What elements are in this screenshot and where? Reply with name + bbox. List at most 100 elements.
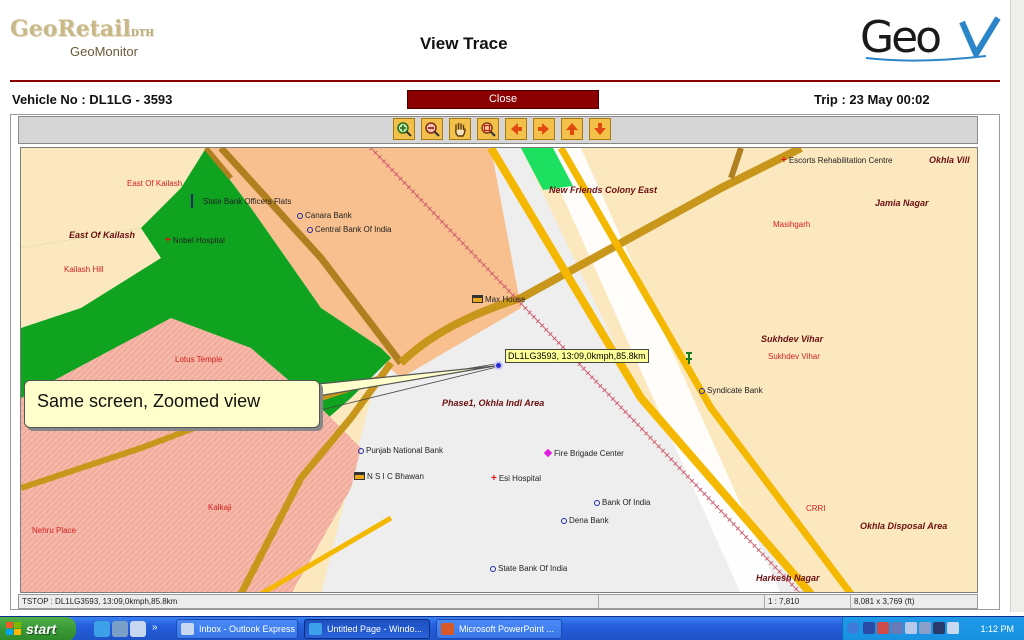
zoom-in-button[interactable] (393, 118, 415, 140)
ie-quicklaunch-icon[interactable] (94, 621, 110, 637)
hospital-cross-icon: + (165, 235, 171, 246)
zoom-extent-button[interactable] (477, 118, 499, 140)
logo-brand-text: GeoRetail (10, 16, 131, 42)
pan-down-button[interactable] (589, 118, 611, 140)
start-button[interactable]: start (0, 617, 76, 640)
logo-suffix-text: DTH (130, 29, 154, 39)
zoom-in-icon (397, 122, 412, 137)
zoom-out-button[interactable] (421, 118, 443, 140)
area-label: East Of Kailash (69, 230, 136, 240)
pan-right-button[interactable] (533, 118, 555, 140)
tray-security-icon[interactable] (877, 622, 889, 634)
close-button[interactable]: Close (407, 90, 599, 109)
bank-dot-icon (297, 213, 303, 219)
area-label: Kalkaji (208, 503, 232, 512)
callout-pointer (317, 365, 496, 397)
tray-app-icon[interactable] (891, 622, 903, 634)
poi-building: N S I C Bhawan (354, 472, 424, 481)
area-label: New Friends Colony East (549, 185, 658, 195)
header-divider (10, 80, 1000, 82)
media-quicklaunch-icon[interactable] (130, 621, 146, 637)
hand-icon (455, 122, 466, 137)
tray-volume-icon[interactable] (905, 622, 917, 634)
area-label: Jamia Nagar (875, 198, 929, 208)
building-icon (354, 472, 365, 480)
svg-text:Geo: Geo (860, 12, 940, 63)
poi-bank: Syndicate Bank (699, 386, 763, 395)
arrow-left-icon (511, 123, 522, 135)
poi-hospital: + Nobel Hospital (165, 235, 225, 246)
trip-info: Trip : 23 May 00:02 (814, 92, 930, 107)
task-internet-explorer[interactable]: Untitled Page - Windo... (304, 619, 430, 639)
zoom-extent-icon (481, 122, 496, 137)
outlook-quicklaunch-icon[interactable] (112, 621, 128, 637)
area-label: Okhla Disposal Area (860, 521, 948, 531)
page-title: View Trace (420, 34, 508, 53)
bank-dot-icon (358, 448, 364, 454)
pin-icon (191, 194, 197, 208)
area-label: Lotus Temple (175, 355, 223, 364)
pan-hand-button[interactable] (449, 118, 471, 140)
windows-flag-icon (6, 622, 21, 635)
fire-station-icon (543, 448, 553, 458)
building-icon (472, 295, 483, 303)
chevron-right-icon[interactable]: » (152, 623, 162, 633)
arrow-right-icon (538, 123, 549, 135)
arrow-down-icon (594, 123, 606, 135)
logo-subtitle: GeoMonitor (70, 44, 138, 59)
area-label: East Of Kailash (127, 179, 183, 188)
map-extent: 8,081 x 3,769 (ft) (854, 597, 915, 606)
outlook-icon (181, 623, 194, 635)
stop-pin-icon[interactable] (684, 351, 694, 365)
poi-bank: State Bank Of India (490, 564, 567, 573)
taskbar-clock: 1:12 PM (980, 624, 1014, 634)
status-empty-cell (599, 595, 765, 608)
tray-network-icon[interactable] (863, 622, 875, 634)
task-outlook-express[interactable]: Inbox - Outlook Express (176, 619, 298, 639)
bank-dot-icon (699, 388, 705, 394)
arrow-up-icon (566, 123, 578, 135)
tray-arrow-icon[interactable] (847, 622, 859, 634)
poi-building: State Bank Officers Flats (191, 194, 291, 208)
hospital-cross-icon: + (781, 155, 787, 166)
status-message: TSTOP : DL1LG3593, 13:09,0kmph,85.8km (19, 595, 599, 608)
powerpoint-icon (441, 623, 454, 635)
area-label: Harkesh Nagar (756, 573, 820, 583)
poi-building: Max House (472, 295, 525, 304)
tray-display-icon[interactable] (919, 622, 931, 634)
ie-icon (309, 623, 322, 635)
system-tray: 1:12 PM (842, 617, 1024, 640)
map-scale: 1 : 7,810 (765, 595, 851, 608)
map-status-bar: TSTOP : DL1LG3593, 13:09,0kmph,85.8km 1 … (18, 594, 978, 609)
poi-bank: Bank Of India (594, 498, 650, 507)
bank-dot-icon (561, 518, 567, 524)
tray-misc-icon[interactable] (947, 622, 959, 634)
window-scrollbar[interactable] (1010, 0, 1024, 612)
task-powerpoint[interactable]: Microsoft PowerPoint ... (436, 619, 562, 639)
tray-power-icon[interactable] (933, 622, 945, 634)
geov-logo: Geo (858, 12, 1003, 64)
pan-left-button[interactable] (505, 118, 527, 140)
area-label: Sukhdev Vihar (768, 352, 820, 361)
area-label: Sukhdev Vihar (761, 334, 824, 344)
poi-hospital: + Esi Hospital (491, 473, 542, 484)
area-label: Okhla Vill (929, 155, 970, 165)
area-label: CRRI (806, 504, 826, 513)
vehicle-number: Vehicle No : DL1LG - 3593 (12, 92, 173, 107)
windows-taskbar: start » Inbox - Outlook Express Untitled… (0, 616, 1024, 640)
bank-dot-icon (490, 566, 496, 572)
area-label: Masihgarh (773, 220, 811, 229)
poi-bank: Punjab National Bank (358, 446, 443, 455)
hospital-cross-icon: + (491, 473, 497, 484)
poi-bank: Central Bank Of India (307, 225, 391, 234)
area-label: Nehru Place (32, 526, 77, 535)
poi-bank: Dena Bank (561, 516, 609, 525)
poi-fire-station: Fire Brigade Center (543, 448, 624, 458)
bank-dot-icon (307, 227, 313, 233)
vehicle-tooltip: DL1LG3593, 13:09,0kmph,85.8km (505, 349, 649, 363)
annotation-callout: Same screen, Zoomed view (24, 380, 320, 428)
bank-dot-icon (594, 500, 600, 506)
pan-up-button[interactable] (561, 118, 583, 140)
view-trace-page: GeoRetailDTH GeoMonitor View Trace Geo V… (0, 0, 1024, 640)
area-label: Kailash Hill (64, 265, 104, 274)
